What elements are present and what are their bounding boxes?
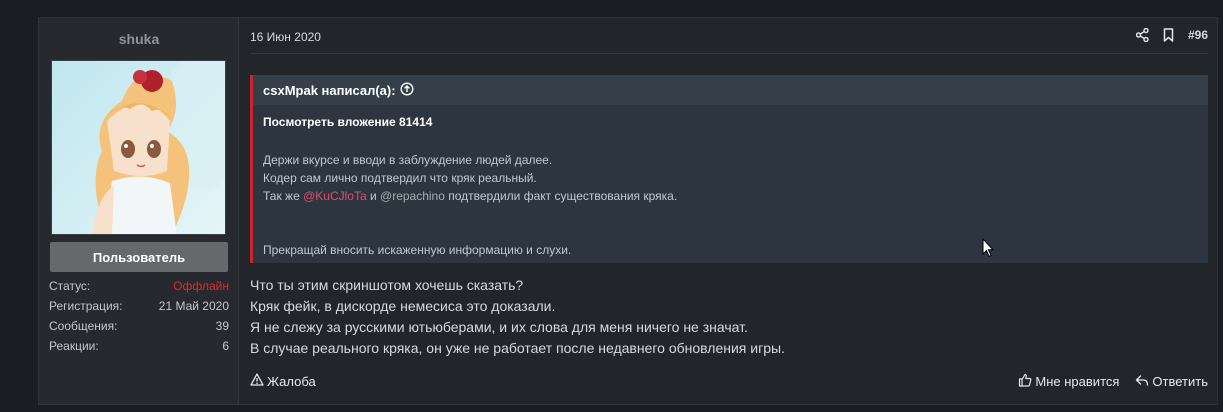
post-header-actions: #96 (1136, 27, 1208, 43)
like-label: Мне нравится (1035, 374, 1120, 389)
quote-author: csxMpak написал(а): (263, 82, 396, 98)
quote-spacer (263, 205, 1198, 241)
stat-row-status: Статус: Оффлайн (49, 279, 229, 299)
quote-line: Так же @KuCJloTa и @repachino подтвердил… (263, 187, 1198, 205)
avatar[interactable] (51, 60, 226, 235)
stat-label: Статус: (49, 279, 91, 293)
quote-text: и (366, 189, 381, 203)
quote-block: csxMpak написал(а): Посмотреть вложение … (250, 75, 1208, 263)
reactions-value: 6 (222, 339, 229, 353)
stat-label: Сообщения: (49, 319, 118, 333)
bookmark-icon[interactable] (1162, 27, 1176, 43)
quote-text: Так же (263, 189, 304, 203)
user-stats: Статус: Оффлайн Регистрация: 21 Май 2020… (49, 279, 229, 359)
username[interactable]: shuka (39, 31, 239, 47)
post-footer: Жалоба Мне нравится Ответить (250, 371, 1208, 391)
quote-line: Кодер сам лично подтвердил что кряк реал… (263, 171, 537, 185)
message-line: Что ты этим скриншотом хочешь сказать? (250, 277, 524, 293)
quote-line: Держи вкурсе и вводи в заблуждение людей… (263, 153, 553, 167)
thumbs-up-icon (1018, 373, 1032, 390)
report-button[interactable]: Жалоба (250, 373, 316, 389)
quote-body: Посмотреть вложение 81414 Держи вкурсе и… (253, 105, 1208, 269)
user-mention-link[interactable]: @repachino (380, 189, 445, 203)
stat-label: Реакции: (49, 339, 99, 353)
messages-value: 39 (215, 319, 229, 333)
message-line: Кряк фейк, в дискорде немесиса это доказ… (250, 298, 556, 314)
user-mention-link[interactable]: @KuCJloTa (303, 189, 367, 203)
attachment-link[interactable]: Посмотреть вложение 81414 (263, 115, 1198, 129)
status-value: Оффлайн (173, 279, 229, 293)
forum-post: shuka Пользователь Статус: Оффлайн Регис… (38, 17, 1218, 405)
stat-row-registration: Регистрация: 21 Май 2020 (49, 299, 229, 319)
quote-text: подтвердили факт существования кряка. (444, 189, 678, 203)
post-date[interactable]: 16 Июн 2020 (250, 30, 321, 44)
warning-icon (250, 373, 264, 389)
stat-label: Регистрация: (49, 299, 123, 313)
stat-row-reactions: Реакции: 6 (49, 339, 229, 359)
user-role-badge: Пользователь (50, 242, 228, 272)
registration-value: 21 Май 2020 (158, 299, 229, 313)
mouse-cursor-icon (982, 238, 994, 258)
message-line: Я не слежу за русскими ютьюберами, и их … (250, 319, 748, 335)
reply-label: Ответить (1152, 374, 1208, 389)
arrow-up-circle-icon[interactable] (400, 81, 414, 99)
post-header: 16 Июн 2020 #96 (250, 18, 1208, 54)
like-button[interactable]: Мне нравится (1018, 373, 1119, 390)
quote-line: Прекращай вносить искаженную информацию … (263, 243, 572, 257)
reply-button[interactable]: Ответить (1135, 373, 1208, 390)
post-message: Что ты этим скриншотом хочешь сказать? К… (250, 275, 1208, 359)
share-icon[interactable] (1136, 27, 1150, 43)
quote-header: csxMpak написал(а): (253, 75, 1208, 105)
post-number-link[interactable]: #96 (1188, 28, 1208, 42)
post-main: 16 Июн 2020 #96 csxMpak написал(а): Посм… (240, 18, 1217, 404)
user-sidebar: shuka Пользователь Статус: Оффлайн Регис… (39, 18, 239, 404)
avatar-illustration (52, 61, 225, 234)
message-line: В случае реального кряка, он уже не рабо… (250, 340, 785, 356)
post-footer-actions: Мне нравится Ответить (1018, 373, 1208, 390)
report-label: Жалоба (267, 373, 316, 389)
reply-icon (1135, 374, 1149, 390)
stat-row-messages: Сообщения: 39 (49, 319, 229, 339)
